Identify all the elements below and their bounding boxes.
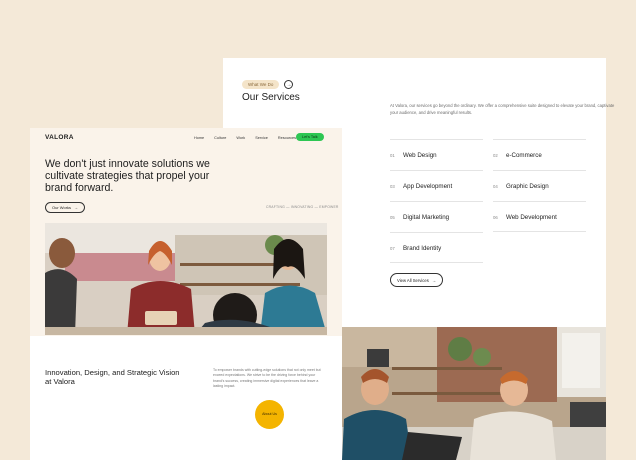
- service-item-graphic-design[interactable]: 04 Graphic Design: [493, 170, 586, 201]
- service-number: 07: [390, 245, 395, 251]
- service-label: App Development: [403, 182, 453, 190]
- service-number: 04: [493, 183, 498, 189]
- service-number: 03: [390, 183, 395, 189]
- meeting-photo-illustration: [45, 223, 327, 335]
- services-description: At Valora, our services go beyond the or…: [390, 103, 615, 115]
- service-item-web-design[interactable]: 01 Web Design: [390, 139, 483, 170]
- main-nav: Home Culture Work Service Resources: [194, 136, 296, 140]
- service-item-web-development[interactable]: 06 Web Development: [493, 201, 586, 232]
- process-tagline: CRAFTING — INNOVATING — EMPOWER: [266, 205, 339, 209]
- services-badge-row: What We Do →: [242, 80, 294, 89]
- service-label: e-Commerce: [506, 151, 542, 159]
- view-all-services-button[interactable]: View All Services →: [390, 273, 443, 287]
- service-item-ecommerce[interactable]: 02 e-Commerce: [493, 139, 586, 170]
- lets-talk-button[interactable]: Let's Talk: [296, 133, 324, 141]
- service-number: 06: [493, 214, 498, 220]
- services-title: Our Services: [242, 92, 300, 103]
- service-label: Brand Identity: [403, 244, 442, 252]
- arrow-right-icon[interactable]: →: [284, 80, 294, 89]
- team-meeting-photo: [45, 223, 327, 335]
- services-badge: What We Do: [242, 80, 280, 89]
- nav-item-resources[interactable]: Resources: [278, 136, 296, 140]
- nav-item-service[interactable]: Service: [255, 136, 268, 140]
- service-item-app-development[interactable]: 03 App Development: [390, 170, 483, 201]
- homepage-card: VALORA Home Culture Work Service Resourc…: [30, 128, 342, 460]
- about-us-button[interactable]: About Us: [255, 400, 284, 429]
- service-divider: [493, 231, 586, 232]
- brand-logo[interactable]: VALORA: [45, 134, 74, 141]
- arrow-right-icon: →: [431, 277, 436, 283]
- service-item-brand-identity[interactable]: 07 Brand Identity: [390, 232, 483, 263]
- service-label: Web Development: [506, 213, 557, 221]
- view-all-label: View All Services: [397, 277, 429, 283]
- arrow-right-icon: →: [74, 205, 79, 210]
- service-label: Digital Marketing: [403, 213, 450, 221]
- about-section: [30, 336, 342, 460]
- service-number: 02: [493, 152, 498, 158]
- service-number: 01: [390, 152, 395, 158]
- service-divider: [390, 262, 483, 263]
- service-number: 05: [390, 214, 395, 220]
- service-label: Web Design: [403, 151, 437, 159]
- nav-item-home[interactable]: Home: [194, 136, 204, 140]
- about-description: To empower brands with cutting-edge solu…: [213, 368, 321, 389]
- office-team-photo: [342, 327, 606, 460]
- about-title: Innovation, Design, and Strategic Vision…: [45, 368, 180, 387]
- service-label: Graphic Design: [506, 182, 549, 190]
- our-works-button[interactable]: Our Works →: [45, 202, 86, 213]
- nav-item-work[interactable]: Work: [236, 136, 245, 140]
- office-photo-illustration: [342, 327, 606, 460]
- our-works-label: Our Works: [52, 205, 72, 210]
- nav-item-culture[interactable]: Culture: [214, 136, 226, 140]
- service-item-digital-marketing[interactable]: 05 Digital Marketing: [390, 201, 483, 232]
- hero-title: We don't just innovate solutions we cult…: [45, 158, 210, 195]
